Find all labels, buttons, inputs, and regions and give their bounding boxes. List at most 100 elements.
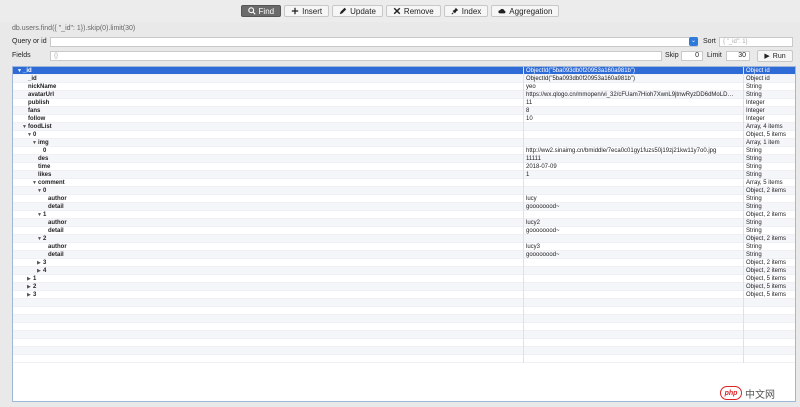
type-cell: Object, 5 items	[743, 283, 795, 291]
play-icon: ▶	[764, 53, 770, 60]
table-row[interactable]: 0 http://ww2.sinaimg.cn/bmiddle/7eca0c01g…	[13, 147, 795, 155]
key-text: author	[48, 220, 67, 226]
aggregation-label: Aggregation	[509, 6, 553, 16]
key-cell: detail	[13, 203, 521, 211]
table-row[interactable]: author lucy2 String	[13, 219, 795, 227]
table-row[interactable]: ▼2 Object, 2 items	[13, 235, 795, 243]
table-row[interactable]: avatarUrl https://wx.qlogo.cn/mmopen/vi_3…	[13, 91, 795, 99]
key-cell	[13, 299, 521, 307]
key-cell: des	[13, 155, 521, 163]
table-row[interactable]: ▼1 Object, 2 items	[13, 211, 795, 219]
x-icon	[393, 7, 401, 15]
table-row[interactable]: detail goooooood~ String	[13, 203, 795, 211]
run-button[interactable]: ▶ Run	[757, 50, 793, 62]
sort-input[interactable]: { "_id": 1}	[719, 37, 793, 47]
value-cell: yeo	[523, 83, 743, 91]
find-label: Find	[258, 6, 275, 16]
table-row[interactable]: ▼_id ObjectId("5ba093db0f20953a160a981b")…	[13, 67, 795, 75]
key-cell: author	[13, 219, 521, 227]
table-row[interactable]: time 2018-07-09 String	[13, 163, 795, 171]
type-cell: Object, 5 items	[743, 131, 795, 139]
table-row[interactable]: detail goooooood~ String	[13, 251, 795, 259]
value-cell: goooooood~	[523, 251, 743, 259]
type-cell: Array, 4 items	[743, 123, 795, 131]
fields-input[interactable]: {}	[50, 51, 662, 61]
type-cell: Object, 2 items	[743, 211, 795, 219]
table-row[interactable]: des 11111 String	[13, 155, 795, 163]
key-cell	[13, 315, 521, 323]
key-text: 1	[33, 276, 37, 282]
empty-row	[13, 355, 795, 363]
key-text: author	[48, 244, 67, 250]
value-cell: http://ww2.sinaimg.cn/bmiddle/7eca0c01gy…	[523, 147, 743, 155]
table-row[interactable]: ▶ 1 Object, 5 items	[13, 275, 795, 283]
type-cell: Object, 2 items	[743, 259, 795, 267]
value-cell: 2018-07-09	[523, 163, 743, 171]
type-cell: String	[743, 171, 795, 179]
aggregation-button[interactable]: Aggregation	[491, 5, 560, 17]
key-cell: detail	[13, 227, 521, 235]
type-cell: Object id	[743, 67, 795, 75]
plus-icon	[291, 7, 299, 15]
value-cell	[523, 131, 743, 139]
type-cell: Integer	[743, 107, 795, 115]
table-row[interactable]: author lucy3 String	[13, 243, 795, 251]
table-row[interactable]: _id ObjectId("5ba093db0f20953a160a981b") O…	[13, 75, 795, 83]
value-cell	[523, 283, 743, 291]
table-row[interactable]: ▶ 3 Object, 2 items	[13, 259, 795, 267]
key-cell: follow	[13, 115, 521, 123]
query-dropdown-button[interactable]: ⌄	[689, 37, 698, 46]
find-button[interactable]: Find	[240, 5, 282, 17]
key-cell: nickName	[13, 83, 521, 91]
limit-input[interactable]: 30	[726, 51, 750, 61]
table-row[interactable]: follow 10 Integer	[13, 115, 795, 123]
key-text: likes	[38, 172, 52, 178]
table-row[interactable]: publish 11 Integer	[13, 99, 795, 107]
type-cell	[743, 355, 795, 363]
key-text: des	[38, 156, 49, 162]
table-row[interactable]: ▼0 Object, 2 items	[13, 187, 795, 195]
key-cell	[13, 355, 521, 363]
key-cell: ▶ 3	[13, 291, 521, 299]
type-cell: String	[743, 83, 795, 91]
index-button[interactable]: Index	[443, 5, 489, 17]
key-text: author	[48, 196, 67, 202]
query-input[interactable]	[50, 37, 698, 47]
table-row[interactable]: author lucy String	[13, 195, 795, 203]
value-cell	[523, 179, 743, 187]
query-command: db.users.find({ "_id": 1}).skip(0).limit…	[12, 25, 136, 32]
table-row[interactable]: ▶ 3 Object, 5 items	[13, 291, 795, 299]
value-cell	[523, 331, 743, 339]
value-cell	[523, 235, 743, 243]
toolbar: Find Insert Update Remove Index Aggregat…	[0, 0, 800, 22]
insert-button[interactable]: Insert	[284, 5, 330, 17]
table-row[interactable]: fans 8 Integer	[13, 107, 795, 115]
skip-input[interactable]: 0	[681, 51, 703, 61]
value-cell	[523, 123, 743, 131]
key-text: foodList	[28, 124, 52, 130]
table-row[interactable]: ▼0 Object, 5 items	[13, 131, 795, 139]
key-cell	[13, 331, 521, 339]
key-text: 2	[43, 236, 47, 242]
key-cell: _id	[13, 75, 521, 83]
update-label: Update	[350, 6, 376, 16]
table-row[interactable]: detail goooooood~ String	[13, 227, 795, 235]
key-cell: ▼comment	[13, 179, 521, 187]
key-cell: ▼2	[13, 235, 521, 243]
index-label: Index	[461, 6, 482, 16]
type-cell	[743, 339, 795, 347]
table-row[interactable]: ▶ 2 Object, 5 items	[13, 283, 795, 291]
key-cell: ▼img	[13, 139, 521, 147]
results-grid[interactable]: ▼_id ObjectId("5ba093db0f20953a160a981b")…	[12, 66, 796, 402]
type-cell: Integer	[743, 115, 795, 123]
table-row[interactable]: ▼comment Array, 5 items	[13, 179, 795, 187]
table-row[interactable]: ▼img Array, 1 item	[13, 139, 795, 147]
table-row[interactable]: nickName yeo String	[13, 83, 795, 91]
update-button[interactable]: Update	[332, 5, 383, 17]
table-row[interactable]: ▶ 4 Object, 2 items	[13, 267, 795, 275]
key-text: publish	[28, 100, 50, 106]
remove-button[interactable]: Remove	[385, 5, 441, 17]
table-row[interactable]: ▼foodList Array, 4 items	[13, 123, 795, 131]
empty-row	[13, 315, 795, 323]
table-row[interactable]: likes 1 String	[13, 171, 795, 179]
